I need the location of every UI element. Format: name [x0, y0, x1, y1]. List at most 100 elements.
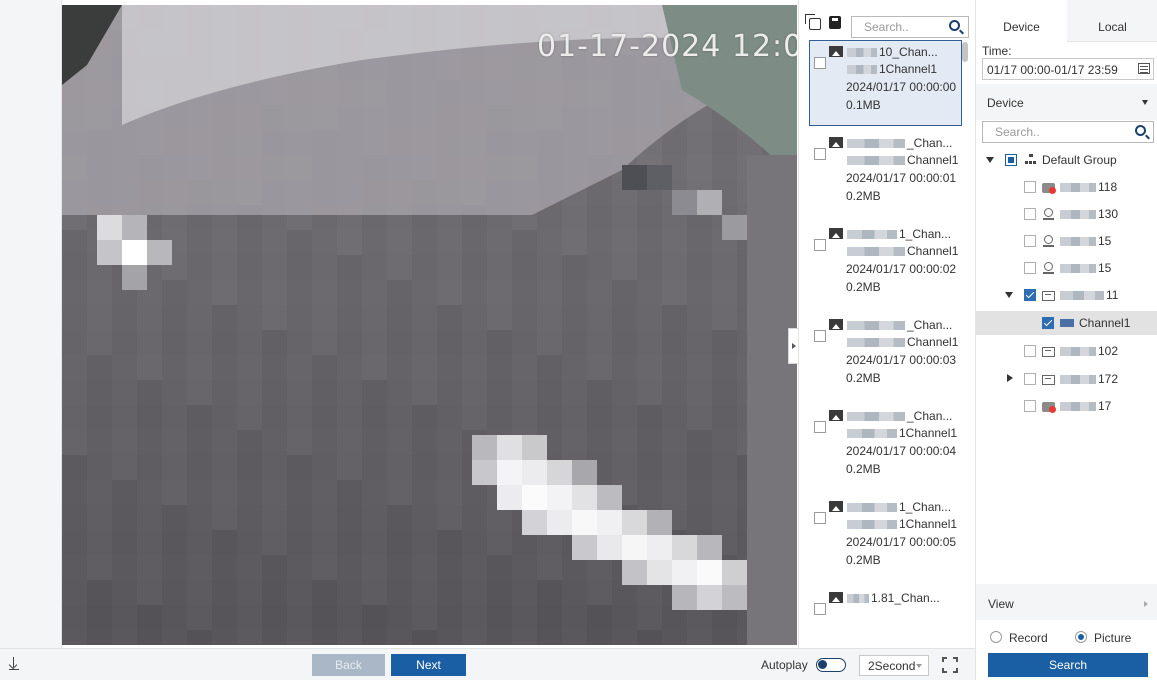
device-search-box	[982, 121, 1154, 143]
copy-icon[interactable]	[805, 14, 821, 30]
tree-node-channel[interactable]: Channel1	[976, 311, 1157, 335]
result-checkbox[interactable]	[814, 330, 826, 342]
result-size: 0.1MB	[846, 98, 881, 112]
picture-radio[interactable]	[1075, 631, 1087, 643]
tree-node-nvr[interactable]: 102	[976, 339, 1157, 363]
next-button[interactable]: Next	[391, 654, 466, 676]
tree-label: Channel1	[1079, 316, 1131, 330]
tree-node-device[interactable]: 130	[976, 202, 1157, 226]
expand-arrow-icon[interactable]	[1007, 374, 1013, 382]
time-label: Time:	[982, 44, 1012, 58]
download-icon[interactable]	[8, 657, 20, 671]
back-button[interactable]: Back	[312, 654, 385, 676]
tree-checkbox[interactable]	[1024, 345, 1036, 357]
tree-checkbox[interactable]	[1024, 373, 1036, 385]
tree-checkbox[interactable]	[1042, 317, 1054, 329]
save-icon[interactable]	[829, 16, 841, 29]
result-name: _Chan...	[907, 409, 953, 423]
result-checkbox[interactable]	[814, 421, 826, 433]
result-item[interactable]: _Chan... Channel1 2024/01/17 00:00:03 0.…	[809, 313, 962, 399]
tree-label: 15	[1098, 234, 1112, 248]
result-time: 2024/01/17 00:00:04	[846, 444, 957, 458]
result-list: 10_Chan... 1Channel1 2024/01/17 00:00:00…	[799, 40, 975, 648]
picture-icon	[829, 319, 843, 330]
result-item[interactable]: 1_Chan... 1Channel1 2024/01/17 00:00:05 …	[809, 495, 962, 581]
search-icon[interactable]	[1135, 125, 1146, 136]
result-time: 2024/01/17 00:00:01	[846, 171, 957, 185]
results-scrollbar[interactable]	[962, 42, 968, 62]
picture-icon	[829, 137, 843, 148]
result-checkbox[interactable]	[814, 512, 826, 524]
collapse-results-handle[interactable]	[788, 328, 798, 364]
picture-icon	[829, 46, 843, 57]
result-item[interactable]: 1.81_Chan...	[809, 586, 962, 648]
tree-node-device[interactable]: 15	[976, 229, 1157, 253]
result-checkbox[interactable]	[814, 57, 826, 69]
location-icon	[1043, 262, 1054, 274]
tree-checkbox[interactable]	[1024, 400, 1036, 412]
device-search-input[interactable]	[983, 122, 1128, 142]
tree-label: 11	[1106, 288, 1119, 302]
device-tree: Default Group 118 130 15 15 11 Channel1 …	[976, 148, 1157, 578]
right-panel: Device Local Time: 01/17 00:00-01/17 23:…	[975, 0, 1157, 680]
time-range-field[interactable]: 01/17 00:00-01/17 23:59	[982, 58, 1154, 80]
nvr-icon	[1042, 375, 1055, 385]
location-icon	[1043, 208, 1054, 220]
result-item[interactable]: 10_Chan... 1Channel1 2024/01/17 00:00:00…	[809, 40, 962, 126]
autoplay-label: Autoplay	[761, 658, 808, 672]
tree-checkbox[interactable]	[1024, 181, 1036, 193]
result-checkbox[interactable]	[814, 603, 826, 615]
tab-device[interactable]: Device	[976, 0, 1067, 42]
image-viewer[interactable]: 01-17-2024 12:0(	[62, 5, 797, 645]
tree-checkbox[interactable]	[1024, 208, 1036, 220]
tree-node-nvr[interactable]: 172	[976, 367, 1157, 391]
tree-node-default-group[interactable]: Default Group	[976, 148, 1157, 172]
result-name: 1_Chan...	[899, 500, 952, 514]
search-button[interactable]: Search	[988, 653, 1148, 677]
camera-offline-icon	[1042, 183, 1056, 194]
picture-label: Picture	[1094, 631, 1132, 645]
view-section[interactable]: View	[976, 584, 1157, 620]
expand-arrow-icon[interactable]	[986, 157, 994, 163]
result-name: _Chan...	[907, 318, 953, 332]
tree-node-device[interactable]: 15	[976, 256, 1157, 280]
picture-icon	[829, 410, 843, 421]
tree-checkbox[interactable]	[1024, 289, 1036, 301]
tree-label: 118	[1098, 180, 1118, 194]
pixelated-image	[62, 5, 797, 645]
tree-checkbox[interactable]	[1024, 235, 1036, 247]
tree-node-device[interactable]: 17	[976, 394, 1157, 418]
result-checkbox[interactable]	[814, 239, 826, 251]
result-channel: 1Channel1	[899, 426, 958, 440]
camera-offline-icon	[1042, 402, 1056, 413]
result-checkbox[interactable]	[814, 148, 826, 160]
picture-icon	[829, 592, 843, 603]
calendar-icon[interactable]	[1138, 63, 1150, 74]
location-icon	[1043, 235, 1054, 247]
autoplay-toggle[interactable]	[816, 658, 846, 672]
picture-icon	[829, 501, 843, 512]
record-radio[interactable]	[990, 631, 1002, 643]
result-item[interactable]: _Chan... 1Channel1 2024/01/17 00:00:04 0…	[809, 404, 962, 490]
interval-select[interactable]: 2Second	[859, 655, 929, 676]
result-size: 0.2MB	[846, 553, 881, 567]
result-size: 0.2MB	[846, 371, 881, 385]
tab-local[interactable]: Local	[1067, 0, 1157, 42]
picture-icon	[829, 228, 843, 239]
tree-checkbox[interactable]	[1005, 154, 1017, 166]
expand-arrow-icon[interactable]	[1005, 292, 1013, 298]
result-item[interactable]: 1_Chan... Channel1 2024/01/17 00:00:02 0…	[809, 222, 962, 308]
tree-checkbox[interactable]	[1024, 262, 1036, 274]
tree-node-nvr[interactable]: 11	[976, 283, 1157, 307]
result-channel: 1Channel1	[899, 517, 958, 531]
tree-label: 130	[1098, 207, 1119, 221]
fullscreen-icon[interactable]	[942, 657, 958, 673]
result-channel: Channel1	[907, 153, 959, 167]
search-icon[interactable]	[949, 20, 960, 31]
result-item[interactable]: _Chan... Channel1 2024/01/17 00:00:01 0.…	[809, 131, 962, 217]
results-search-input[interactable]	[852, 17, 944, 37]
result-name: 10_Chan...	[879, 45, 938, 59]
tree-label: 15	[1098, 261, 1112, 275]
tree-node-device[interactable]: 118	[976, 175, 1157, 199]
device-dropdown[interactable]: Device	[976, 84, 1157, 120]
